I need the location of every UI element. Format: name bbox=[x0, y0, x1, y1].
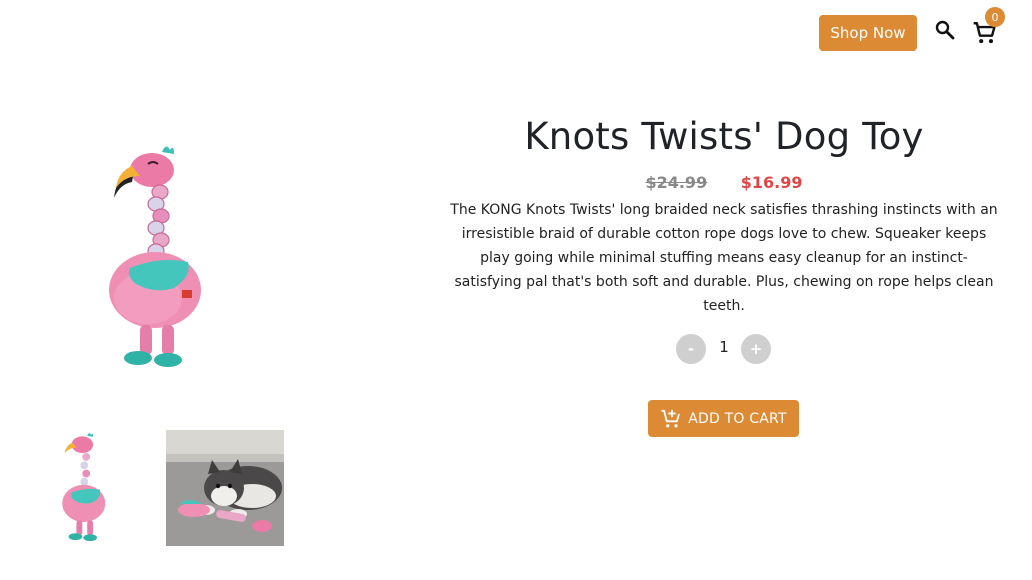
thumbnail-husky-image[interactable] bbox=[166, 430, 284, 546]
cart-count-badge: 0 bbox=[985, 7, 1005, 27]
quantity-increase-button[interactable]: + bbox=[741, 334, 771, 364]
shop-now-button[interactable]: Shop Now bbox=[819, 15, 917, 51]
quantity-value: 1 bbox=[719, 338, 729, 356]
product-main-image[interactable] bbox=[100, 140, 215, 375]
add-to-cart-label: ADD TO CART bbox=[688, 410, 787, 427]
price-row: $24.99 $16.99 bbox=[450, 173, 998, 192]
add-shopping-cart-icon bbox=[661, 409, 681, 428]
thumbnail-flamingo-image[interactable] bbox=[50, 430, 120, 545]
sale-price: $16.99 bbox=[740, 173, 803, 192]
search-icon[interactable] bbox=[933, 18, 957, 42]
product-description: The KONG Knots Twists' long braided neck… bbox=[450, 202, 998, 314]
original-price: $24.99 bbox=[645, 173, 708, 192]
product-title: Knots Twists' Dog Toy bbox=[524, 115, 924, 158]
add-to-cart-button[interactable]: ADD TO CART bbox=[648, 400, 799, 437]
quantity-decrease-button[interactable]: - bbox=[676, 334, 706, 364]
